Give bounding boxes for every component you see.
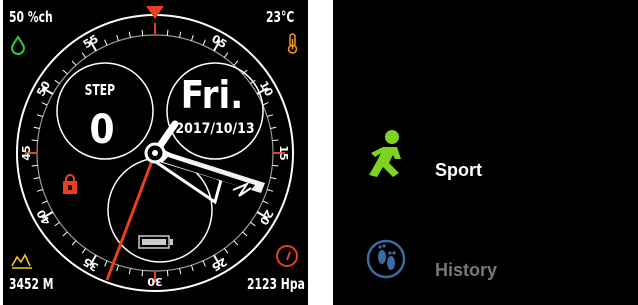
date-text: 2017/10/13	[175, 121, 254, 137]
humidity-drop-icon	[10, 35, 26, 55]
bezel-tick	[62, 231, 68, 237]
bezel-tick	[233, 240, 239, 246]
bezel-tick	[242, 231, 248, 237]
bezel-tick	[179, 31, 182, 38]
bezel-tick	[141, 29, 144, 36]
temperature-readout: 23°C	[266, 8, 295, 26]
bezel-tick	[223, 52, 229, 58]
day-of-week: Fri.	[181, 73, 244, 117]
altitude-mountain-icon	[11, 253, 32, 269]
bezel-tick	[71, 60, 77, 66]
bezel-tick	[31, 164, 38, 167]
menu-item-history-label: History	[435, 260, 498, 280]
menu-screen: Sport History	[333, 0, 638, 305]
bezel-tick	[270, 177, 277, 180]
bezel-tick	[54, 221, 60, 227]
bezel-tick	[71, 240, 77, 246]
bezel-tick	[36, 188, 43, 192]
step-label: STEP	[85, 82, 115, 100]
watch-dial: 0510152025303540455055 STEP 0 Fri. 2017/…	[10, 6, 298, 292]
bezel-tick	[81, 52, 87, 58]
bezel-tick	[141, 270, 144, 277]
watch-face-screen: 05 10 15 20 25 30 35 40 45 50 55 STEP 0 Fri. 2017/…	[3, 0, 308, 305]
bezel-tick	[31, 139, 38, 142]
battery-icon	[138, 235, 173, 249]
bezel-tick	[270, 126, 277, 129]
pressure-gauge-icon	[276, 245, 298, 267]
pressure-readout: 2123 Hpa	[247, 275, 305, 293]
bezel-tick	[267, 188, 274, 192]
battery-subdial	[107, 157, 213, 263]
north-marker-icon	[146, 6, 164, 19]
menu-item-sport[interactable]: Sport	[333, 125, 638, 185]
menu-item-sport-label: Sport	[435, 160, 482, 180]
bezel-tick	[33, 177, 40, 180]
bezel-tick	[62, 69, 68, 75]
bezel-tick	[262, 200, 269, 204]
bezel-label: 30	[147, 275, 163, 288]
bezel-label: 15	[277, 145, 290, 160]
bezel-tick	[250, 221, 256, 227]
bezel-tick	[104, 39, 108, 46]
bezel-tick	[190, 265, 194, 272]
altitude-readout: 3452 M	[9, 275, 54, 293]
humidity-readout: 50 %ch	[9, 8, 53, 26]
bezel-tick	[223, 248, 229, 254]
step-count: 0	[89, 107, 114, 153]
bezel-tick	[267, 114, 274, 118]
running-person-icon	[369, 130, 401, 177]
bezel-label: 45	[20, 145, 33, 160]
bezel-tick	[190, 34, 194, 41]
bezel-tick	[128, 268, 131, 275]
thermometer-icon	[287, 33, 298, 54]
lock-icon	[63, 174, 77, 194]
bezel-tick	[233, 60, 239, 66]
bezel-tick	[41, 200, 48, 204]
bezel-tick	[54, 79, 60, 85]
bezel-tick	[166, 29, 169, 36]
menu-item-history[interactable]: History	[333, 232, 638, 292]
bezel-tick	[36, 114, 43, 118]
bezel-tick	[272, 164, 279, 167]
bezel-tick	[116, 265, 120, 272]
bezel-tick	[104, 260, 108, 267]
bezel-tick	[202, 39, 206, 46]
bezel-tick	[202, 260, 206, 267]
bezel-tick	[128, 31, 131, 38]
footprints-icon	[366, 239, 406, 279]
bezel-tick	[179, 268, 182, 275]
bezel-tick	[272, 139, 279, 142]
bezel-tick	[41, 102, 48, 106]
bezel-tick	[81, 248, 87, 254]
bezel-tick	[33, 126, 40, 129]
bezel-tick	[262, 102, 269, 106]
bezel-tick	[166, 270, 169, 277]
bezel-tick	[116, 34, 120, 41]
